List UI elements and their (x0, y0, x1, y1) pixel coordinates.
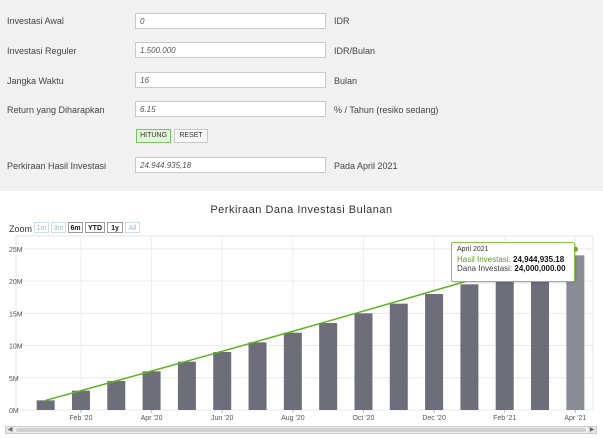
bar-jan-21 (460, 284, 479, 410)
scroll-left-icon[interactable]: ◀ (6, 427, 14, 433)
expected-return-unit: % / Tahun (resiko sedang) (334, 105, 439, 115)
tooltip-dana-row: Dana Investasi: 24,000,000.00 (457, 264, 569, 273)
x-tick-label: Jun '20 (211, 415, 233, 422)
y-tick-label: 0M (9, 408, 19, 415)
chart-tooltip: April 2021 Hasil Investasi: 24,944,935.1… (451, 242, 575, 282)
period-unit: Bulan (334, 76, 358, 86)
y-tick-label: 25M (9, 247, 23, 254)
regular-investment-unit: IDR/Bulan (334, 46, 376, 56)
x-tick-label: Apr '21 (564, 415, 586, 422)
bar-sep-20 (319, 323, 338, 410)
x-tick-label: Feb '21 (493, 415, 516, 422)
tooltip-dana-value: 24,000,000.00 (514, 264, 566, 273)
bar-mar-20 (107, 381, 126, 410)
bar-mar-21 (531, 265, 550, 410)
chart-scrollbar[interactable]: ◀ ▶ (5, 426, 597, 434)
y-tick-label: 10M (9, 344, 23, 351)
regular-investment-label: Investasi Reguler (7, 46, 77, 56)
initial-investment-label: Investasi Awal (7, 16, 64, 26)
x-tick-label: Apr '20 (141, 415, 163, 422)
tooltip-hasil-row: Hasil Investasi: 24,944,935.18 (457, 255, 569, 264)
period-label: Jangka Waktu (7, 76, 64, 86)
y-tick-label: 15M (9, 311, 23, 318)
bar-jun-20 (213, 352, 232, 410)
regular-investment-input[interactable] (135, 42, 326, 58)
bar-aug-20 (283, 332, 302, 410)
scrollbar-thumb[interactable] (16, 428, 586, 432)
calculator-panel: Investasi Awal IDR Investasi Reguler IDR… (0, 0, 603, 191)
scroll-right-icon[interactable]: ▶ (588, 427, 596, 433)
initial-investment-input[interactable] (135, 13, 326, 29)
investment-chart: Perkiraan Dana Investasi Bulanan Zoom 1m… (3, 198, 600, 439)
bar-dec-20 (425, 294, 444, 410)
x-tick-label: Feb '20 (69, 415, 92, 422)
reset-button[interactable]: RESET (174, 129, 208, 143)
expected-return-label: Return yang Diharapkan (7, 105, 105, 115)
tooltip-hasil-label: Hasil Investasi: (457, 255, 511, 264)
initial-investment-unit: IDR (334, 16, 350, 26)
tooltip-hasil-value: 24,944,935.18 (513, 255, 565, 264)
y-tick-label: 5M (9, 376, 19, 383)
bar-feb-20 (71, 390, 90, 410)
result-unit: Pada April 2021 (334, 161, 398, 171)
bar-oct-20 (354, 313, 373, 410)
bar-nov-20 (389, 303, 408, 410)
bar-may-20 (177, 361, 196, 410)
result-output[interactable] (135, 157, 326, 173)
tooltip-dana-label: Dana Investasi: (457, 264, 513, 273)
result-label: Perkiraan Hasil Investasi (7, 161, 107, 171)
x-tick-label: Oct '20 (352, 415, 374, 422)
chart-plot: 0M 5M 10M 15M 20M 25M Feb '20 Apr '20 Jun '20 Aug… (9, 235, 594, 422)
tooltip-date: April 2021 (457, 246, 489, 253)
bar-jan-20 (36, 400, 55, 410)
expected-return-input[interactable] (135, 101, 326, 117)
bar-feb-21 (495, 274, 514, 410)
period-input[interactable] (135, 72, 326, 88)
y-tick-label: 20M (9, 279, 23, 286)
x-tick-label: Dec '20 (422, 415, 446, 422)
bar-jul-20 (248, 342, 267, 410)
bar-apr-20 (142, 371, 161, 410)
x-tick-label: Aug '20 (281, 415, 305, 422)
calculate-button[interactable]: HITUNG (136, 129, 171, 143)
